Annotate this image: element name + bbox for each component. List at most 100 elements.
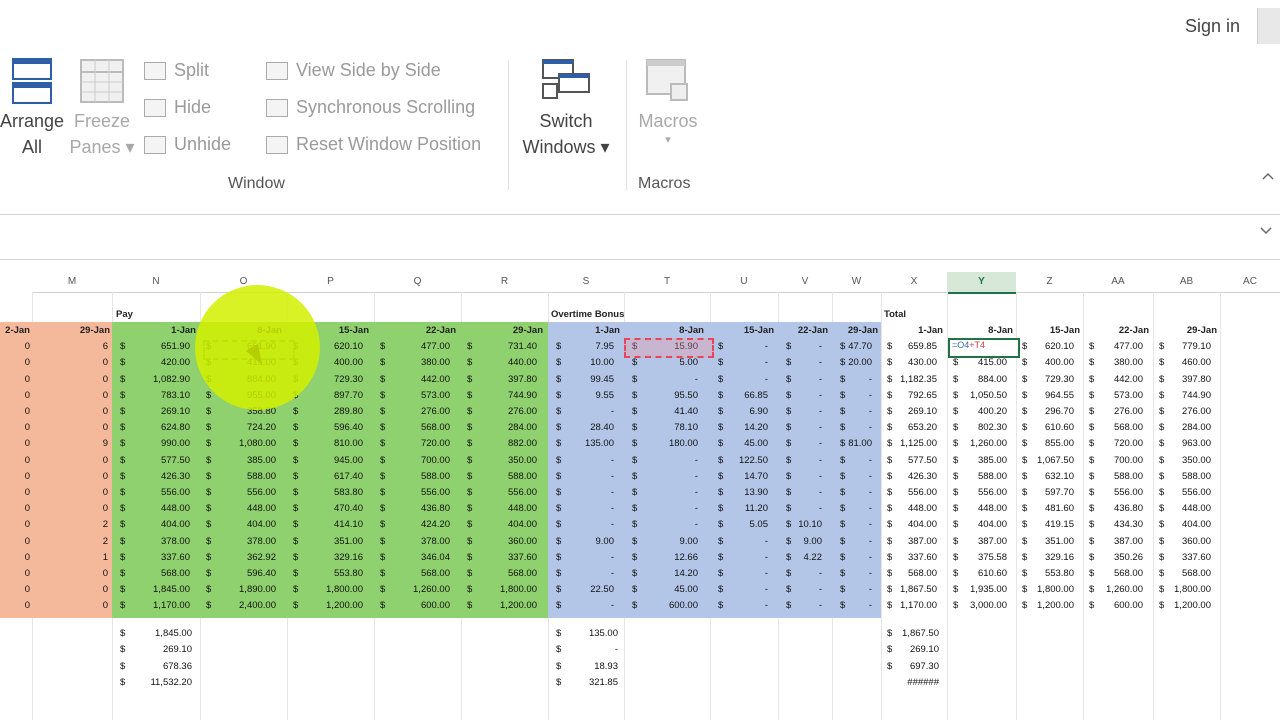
- overtime-cell[interactable]: -: [832, 584, 872, 595]
- pay-cell[interactable]: 404.00: [461, 519, 537, 530]
- split-button[interactable]: Split: [144, 60, 209, 81]
- total-cell[interactable]: 779.10: [1153, 341, 1211, 352]
- column-header-t[interactable]: T: [624, 272, 710, 293]
- total-cell[interactable]: 448.00: [881, 503, 937, 514]
- total-cell[interactable]: 700.00: [1083, 455, 1143, 466]
- overtime-cell[interactable]: 5.00: [624, 357, 699, 368]
- pay-cell[interactable]: 448.00: [200, 503, 276, 514]
- overtime-cell[interactable]: -: [832, 552, 872, 563]
- cell-m[interactable]: 0: [34, 471, 108, 482]
- overtime-cell[interactable]: -: [778, 584, 822, 595]
- cell-l[interactable]: 0: [0, 357, 30, 368]
- total-cell[interactable]: 1,260.00: [1083, 584, 1143, 595]
- cell-m[interactable]: 0: [34, 600, 108, 611]
- overtime-cell[interactable]: -: [710, 552, 768, 563]
- pay-cell[interactable]: 1,170.00: [114, 600, 190, 611]
- total-cell[interactable]: 597.70: [1016, 487, 1074, 498]
- pay-cell[interactable]: 424.20: [374, 519, 450, 530]
- overtime-cell[interactable]: 66.85: [710, 390, 768, 401]
- pay-cell[interactable]: 588.00: [200, 471, 276, 482]
- pay-cell[interactable]: 329.16: [287, 552, 363, 563]
- total-cell[interactable]: 360.00: [1153, 536, 1211, 547]
- pay-cell[interactable]: 573.00: [374, 390, 450, 401]
- overtime-cell[interactable]: 95.50: [624, 390, 698, 401]
- total-cell[interactable]: 632.10: [1016, 471, 1074, 482]
- overtime-cell[interactable]: -: [832, 568, 872, 579]
- overtime-cell[interactable]: -: [778, 568, 822, 579]
- column-header-aa[interactable]: AA: [1083, 272, 1153, 293]
- total-cell[interactable]: 380.00: [1083, 357, 1143, 368]
- overtime-cell[interactable]: 41.40: [624, 406, 698, 417]
- pay-cell[interactable]: 568.00: [374, 422, 450, 433]
- column-header-ab[interactable]: AB: [1153, 272, 1220, 293]
- expand-formula-bar-icon[interactable]: [1260, 227, 1272, 235]
- cell-m[interactable]: 2: [34, 519, 108, 530]
- total-cell[interactable]: 400.00: [1016, 357, 1074, 368]
- overtime-cell[interactable]: 22.50: [548, 584, 614, 595]
- total-cell[interactable]: 350.26: [1083, 552, 1143, 563]
- total-cell[interactable]: 404.00: [881, 519, 937, 530]
- total-cell[interactable]: 1,800.00: [1153, 584, 1211, 595]
- pay-cell[interactable]: 420.00: [114, 357, 190, 368]
- total-cell[interactable]: 600.00: [1083, 600, 1143, 611]
- overtime-cell[interactable]: -: [778, 455, 822, 466]
- pay-cell[interactable]: 404.00: [114, 519, 190, 530]
- total-cell[interactable]: 556.00: [1153, 487, 1211, 498]
- total-cell[interactable]: 448.00: [947, 503, 1007, 514]
- overtime-cell[interactable]: -: [548, 519, 614, 530]
- overtime-cell[interactable]: 20.00: [832, 357, 872, 368]
- overtime-cell[interactable]: 135.00: [548, 438, 614, 449]
- overtime-cell[interactable]: 9.00: [778, 536, 823, 547]
- pay-cell[interactable]: 477.00: [374, 341, 450, 352]
- pay-cell[interactable]: 289.80: [287, 406, 363, 417]
- total-cell[interactable]: 269.10: [881, 406, 937, 417]
- column-header-x[interactable]: X: [881, 272, 947, 293]
- pay-cell[interactable]: 810.00: [287, 438, 363, 449]
- pay-cell[interactable]: 596.40: [287, 422, 363, 433]
- cell-l[interactable]: 0: [0, 519, 30, 530]
- cell-l[interactable]: 0: [0, 600, 30, 611]
- cell-l[interactable]: 0: [0, 487, 30, 498]
- overtime-cell[interactable]: 5.05: [710, 519, 769, 530]
- pay-cell[interactable]: 426.30: [114, 471, 190, 482]
- pay-cell[interactable]: 556.00: [114, 487, 190, 498]
- total-cell[interactable]: 276.00: [1153, 406, 1211, 417]
- total-cell[interactable]: 659.85: [881, 341, 937, 352]
- total-cell[interactable]: 276.00: [1083, 406, 1143, 417]
- column-header-u[interactable]: U: [710, 272, 778, 293]
- cell-m[interactable]: 9: [34, 438, 108, 449]
- overtime-cell[interactable]: 122.50: [710, 455, 768, 466]
- total-cell[interactable]: 404.00: [1153, 519, 1211, 530]
- pay-cell[interactable]: 553.80: [287, 568, 363, 579]
- total-cell[interactable]: 729.30: [1016, 374, 1074, 385]
- pay-cell[interactable]: 448.00: [461, 503, 537, 514]
- summary-pay-cell[interactable]: 1,845.00: [114, 628, 192, 639]
- total-cell[interactable]: 610.60: [947, 568, 1007, 579]
- pay-cell[interactable]: 577.50: [114, 455, 190, 466]
- overtime-cell[interactable]: -: [710, 374, 768, 385]
- cell-m[interactable]: 0: [34, 406, 108, 417]
- total-cell[interactable]: 720.00: [1083, 438, 1143, 449]
- overtime-cell[interactable]: -: [832, 600, 872, 611]
- overtime-cell[interactable]: -: [832, 519, 872, 530]
- overtime-cell[interactable]: -: [778, 374, 822, 385]
- total-cell[interactable]: 792.65: [881, 390, 937, 401]
- total-cell[interactable]: 855.00: [1016, 438, 1074, 449]
- overtime-cell[interactable]: -: [548, 568, 614, 579]
- overtime-cell[interactable]: -: [832, 422, 872, 433]
- total-cell[interactable]: 553.80: [1016, 568, 1074, 579]
- cell-l[interactable]: 0: [0, 584, 30, 595]
- pay-cell[interactable]: 397.80: [461, 374, 537, 385]
- overtime-cell[interactable]: 45.00: [624, 584, 698, 595]
- profile-icon[interactable]: [1257, 8, 1280, 44]
- pay-cell[interactable]: 276.00: [461, 406, 537, 417]
- pay-cell[interactable]: 362.92: [200, 552, 276, 563]
- pay-cell[interactable]: 269.10: [114, 406, 190, 417]
- overtime-cell[interactable]: -: [832, 455, 872, 466]
- cell-l[interactable]: 0: [0, 552, 30, 563]
- pay-cell[interactable]: 414.10: [287, 519, 363, 530]
- pay-cell[interactable]: 442.00: [374, 374, 450, 385]
- total-cell[interactable]: 415.00: [947, 357, 1007, 368]
- column-header-ac[interactable]: AC: [1220, 272, 1280, 293]
- pay-cell[interactable]: 1,845.00: [114, 584, 190, 595]
